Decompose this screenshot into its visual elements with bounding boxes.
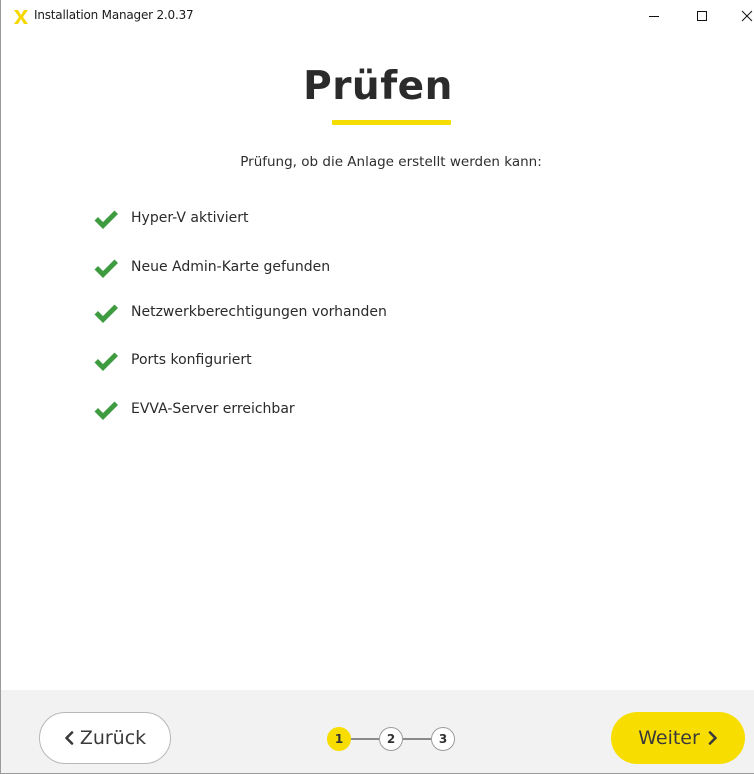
check-item: Neue Admin-Karte gefunden bbox=[93, 258, 593, 282]
step-indicator: 1 2 3 bbox=[327, 727, 455, 751]
step-connector bbox=[351, 738, 379, 740]
maximize-icon bbox=[697, 10, 707, 21]
back-button-label: Zurück bbox=[79, 727, 147, 749]
checkmark-icon bbox=[94, 401, 118, 420]
close-icon bbox=[741, 10, 753, 21]
checkmark-icon bbox=[94, 304, 118, 323]
maximize-button[interactable] bbox=[679, 0, 725, 31]
step-connector bbox=[403, 738, 431, 740]
check-item: Ports konfiguriert bbox=[93, 351, 593, 375]
minimize-icon bbox=[649, 15, 659, 17]
checkmark-icon bbox=[94, 259, 118, 278]
window-title: Installation Manager 2.0.37 bbox=[34, 8, 194, 22]
check-item: Hyper-V aktiviert bbox=[93, 209, 593, 233]
chevron-right-icon bbox=[708, 731, 717, 745]
app-logo-icon bbox=[14, 10, 28, 24]
step-1: 1 bbox=[327, 727, 351, 751]
back-button[interactable]: Zurück bbox=[39, 712, 171, 764]
chevron-left-icon bbox=[65, 731, 74, 745]
step-3: 3 bbox=[431, 727, 455, 751]
minimize-button[interactable] bbox=[631, 0, 677, 31]
next-button[interactable]: Weiter bbox=[611, 712, 745, 764]
check-item: Netzwerkberechtigungen vorhanden bbox=[93, 303, 593, 327]
checkmark-icon bbox=[94, 352, 118, 371]
check-label: Hyper-V aktiviert bbox=[131, 210, 249, 226]
page-subtitle: Prüfung, ob die Anlage erstellt werden k… bbox=[240, 154, 542, 170]
checkmark-icon bbox=[94, 210, 118, 229]
title-bar[interactable]: Installation Manager 2.0.37 bbox=[1, 0, 754, 31]
title-underline bbox=[332, 120, 451, 125]
check-label: EVVA-Server erreichbar bbox=[131, 401, 295, 417]
close-button[interactable] bbox=[727, 0, 754, 31]
check-item: EVVA-Server erreichbar bbox=[93, 400, 593, 424]
step-2: 2 bbox=[379, 727, 403, 751]
check-label: Netzwerkberechtigungen vorhanden bbox=[131, 304, 387, 320]
page-title: Prüfen bbox=[303, 64, 453, 109]
next-button-label: Weiter bbox=[638, 727, 700, 749]
footer-bar: Zurück 1 2 3 Weiter bbox=[1, 690, 754, 773]
installer-window: Installation Manager 2.0.37 Prüfen Prüfu… bbox=[0, 0, 754, 774]
check-label: Ports konfiguriert bbox=[131, 352, 252, 368]
check-label: Neue Admin-Karte gefunden bbox=[131, 259, 331, 275]
